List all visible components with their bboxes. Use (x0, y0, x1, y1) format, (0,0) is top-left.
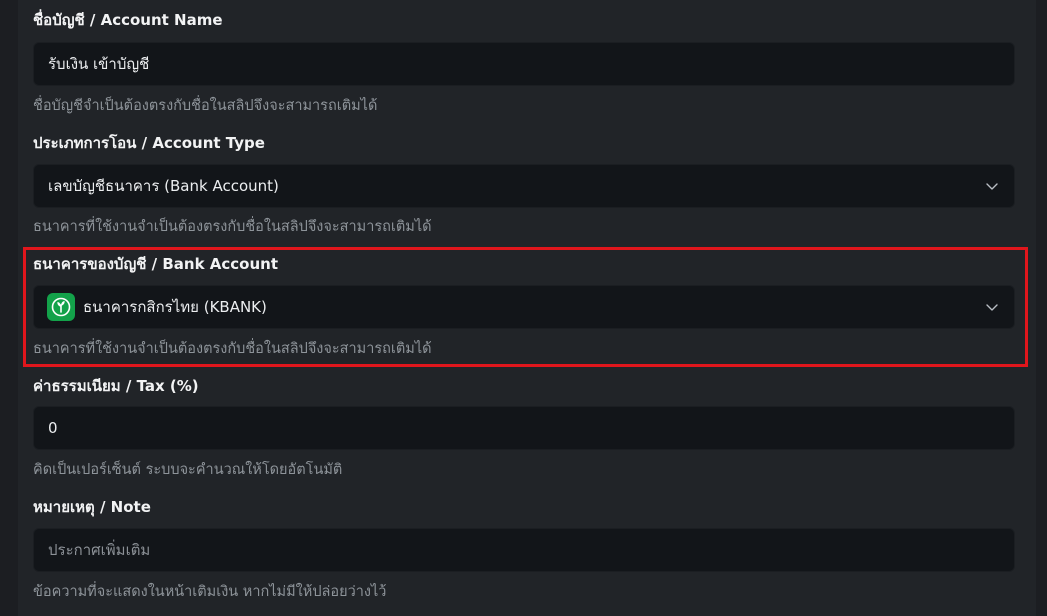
bank-account-select[interactable]: ธนาคารกสิกรไทย (KBANK) (33, 285, 1015, 329)
account-name-help: ชื่อบัญชีจำเป็นต้องตรงกับชื่อในสลิปจึงจะ… (33, 98, 378, 114)
account-type-help: ธนาคารที่ใช้งานจำเป็นต้องตรงกับชื่อในสลิ… (33, 219, 432, 235)
bank-account-help: ธนาคารที่ใช้งานจำเป็นต้องตรงกับชื่อในสลิ… (33, 341, 432, 357)
note-input[interactable]: ประกาศเพิ่มเติม (33, 528, 1015, 572)
bank-account-value: ธนาคารกสิกรไทย (KBANK) (83, 298, 267, 316)
chevron-down-icon (986, 183, 998, 190)
tax-label: ค่าธรรมเนียม / Tax (%) (33, 377, 199, 395)
tax-help: คิดเป็นเปอร์เซ็นต์ ระบบจะคำนวณให้โดยอัตโ… (33, 462, 343, 478)
bank-account-label: ธนาคารของบัญชี / Bank Account (33, 255, 278, 273)
tax-value: 0 (48, 419, 58, 437)
kbank-logo-icon (47, 293, 75, 321)
account-name-value: รับเงิน เข้าบัญชี (48, 55, 150, 73)
note-help: ข้อความที่จะแสดงในหน้าเติมเงิน หากไม่มีใ… (33, 584, 387, 600)
note-placeholder: ประกาศเพิ่มเติม (48, 541, 151, 559)
note-label: หมายเหตุ / Note (33, 498, 151, 516)
account-name-input[interactable]: รับเงิน เข้าบัญชี (33, 42, 1015, 86)
chevron-down-icon (986, 304, 998, 311)
tax-input[interactable]: 0 (33, 406, 1015, 450)
account-type-value: เลขบัญชีธนาคาร (Bank Account) (48, 177, 279, 195)
account-type-label: ประเภทการโอน / Account Type (33, 134, 265, 152)
account-name-label: ชื่อบัญชี / Account Name (33, 11, 223, 29)
account-type-select[interactable]: เลขบัญชีธนาคาร (Bank Account) (33, 164, 1015, 208)
